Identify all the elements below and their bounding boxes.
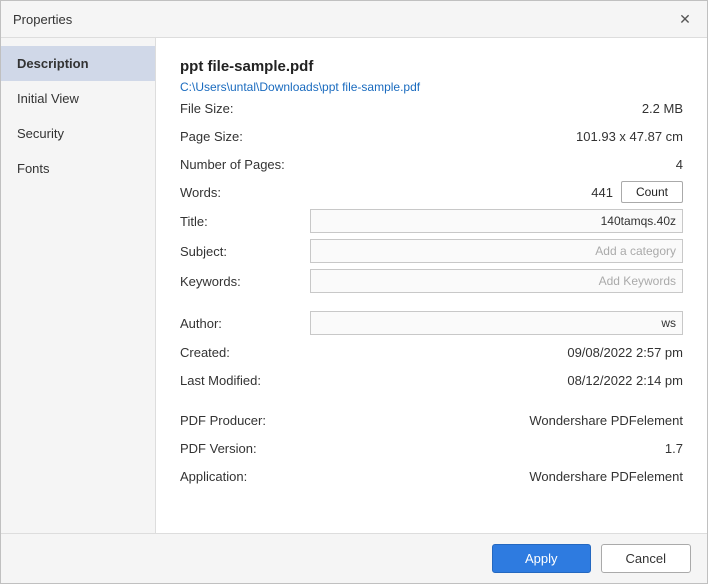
sidebar-item-security[interactable]: Security xyxy=(1,116,155,151)
pdf-producer-row: PDF Producer: Wondershare PDFelement xyxy=(180,406,683,434)
last-modified-label: Last Modified: xyxy=(180,373,310,388)
pdf-version-row: PDF Version: 1.7 xyxy=(180,434,683,462)
application-value: Wondershare PDFelement xyxy=(310,469,683,484)
keywords-input[interactable] xyxy=(310,269,683,293)
subject-row: Subject: xyxy=(180,236,683,266)
pdf-producer-value: Wondershare PDFelement xyxy=(310,413,683,428)
application-label: Application: xyxy=(180,469,310,484)
close-button[interactable]: ✕ xyxy=(675,9,695,29)
cancel-button[interactable]: Cancel xyxy=(601,544,691,573)
last-modified-row: Last Modified: 08/12/2022 2:14 pm xyxy=(180,366,683,394)
pdf-producer-label: PDF Producer: xyxy=(180,413,310,428)
keywords-label: Keywords: xyxy=(180,274,310,289)
words-row: Words: 441 Count xyxy=(180,178,683,206)
sidebar: Description Initial View Security Fonts xyxy=(1,38,156,533)
sidebar-item-description[interactable]: Description xyxy=(1,46,155,81)
pdf-version-label: PDF Version: xyxy=(180,441,310,456)
spacer-2 xyxy=(180,394,683,406)
sidebar-item-initial-view[interactable]: Initial View xyxy=(1,81,155,116)
properties-dialog: Properties ✕ Description Initial View Se… xyxy=(0,0,708,584)
num-pages-value: 4 xyxy=(310,157,683,172)
num-pages-row: Number of Pages: 4 xyxy=(180,150,683,178)
subject-label: Subject: xyxy=(180,244,310,259)
title-input[interactable] xyxy=(310,209,683,233)
created-label: Created: xyxy=(180,345,310,360)
file-name: ppt file-sample.pdf xyxy=(180,58,683,75)
words-label: Words: xyxy=(180,185,310,200)
page-size-label: Page Size: xyxy=(180,129,310,144)
application-row: Application: Wondershare PDFelement xyxy=(180,462,683,490)
subject-input[interactable] xyxy=(310,239,683,263)
page-size-value: 101.93 x 47.87 cm xyxy=(310,129,683,144)
footer: Apply Cancel xyxy=(1,533,707,583)
file-path[interactable]: C:\Users\untal\Downloads\ppt file-sample… xyxy=(180,80,420,94)
created-value: 09/08/2022 2:57 pm xyxy=(310,345,683,360)
title-row: Title: xyxy=(180,206,683,236)
content-area: Description Initial View Security Fonts … xyxy=(1,38,707,533)
spacer-1 xyxy=(180,296,683,308)
num-pages-label: Number of Pages: xyxy=(180,157,310,172)
last-modified-value: 08/12/2022 2:14 pm xyxy=(310,373,683,388)
main-content: ppt file-sample.pdf C:\Users\untal\Downl… xyxy=(156,38,707,533)
words-count: 441 xyxy=(310,185,621,200)
file-size-row: File Size: 2.2 MB xyxy=(180,94,683,122)
title-label: Title: xyxy=(180,214,310,229)
keywords-row: Keywords: xyxy=(180,266,683,296)
file-size-label: File Size: xyxy=(180,101,310,116)
title-bar: Properties ✕ xyxy=(1,1,707,38)
author-row: Author: xyxy=(180,308,683,338)
apply-button[interactable]: Apply xyxy=(492,544,591,573)
author-input[interactable] xyxy=(310,311,683,335)
count-button[interactable]: Count xyxy=(621,181,683,203)
dialog-title: Properties xyxy=(13,12,72,27)
author-label: Author: xyxy=(180,316,310,331)
sidebar-item-fonts[interactable]: Fonts xyxy=(1,151,155,186)
file-size-value: 2.2 MB xyxy=(310,101,683,116)
page-size-row: Page Size: 101.93 x 47.87 cm xyxy=(180,122,683,150)
created-row: Created: 09/08/2022 2:57 pm xyxy=(180,338,683,366)
pdf-version-value: 1.7 xyxy=(310,441,683,456)
